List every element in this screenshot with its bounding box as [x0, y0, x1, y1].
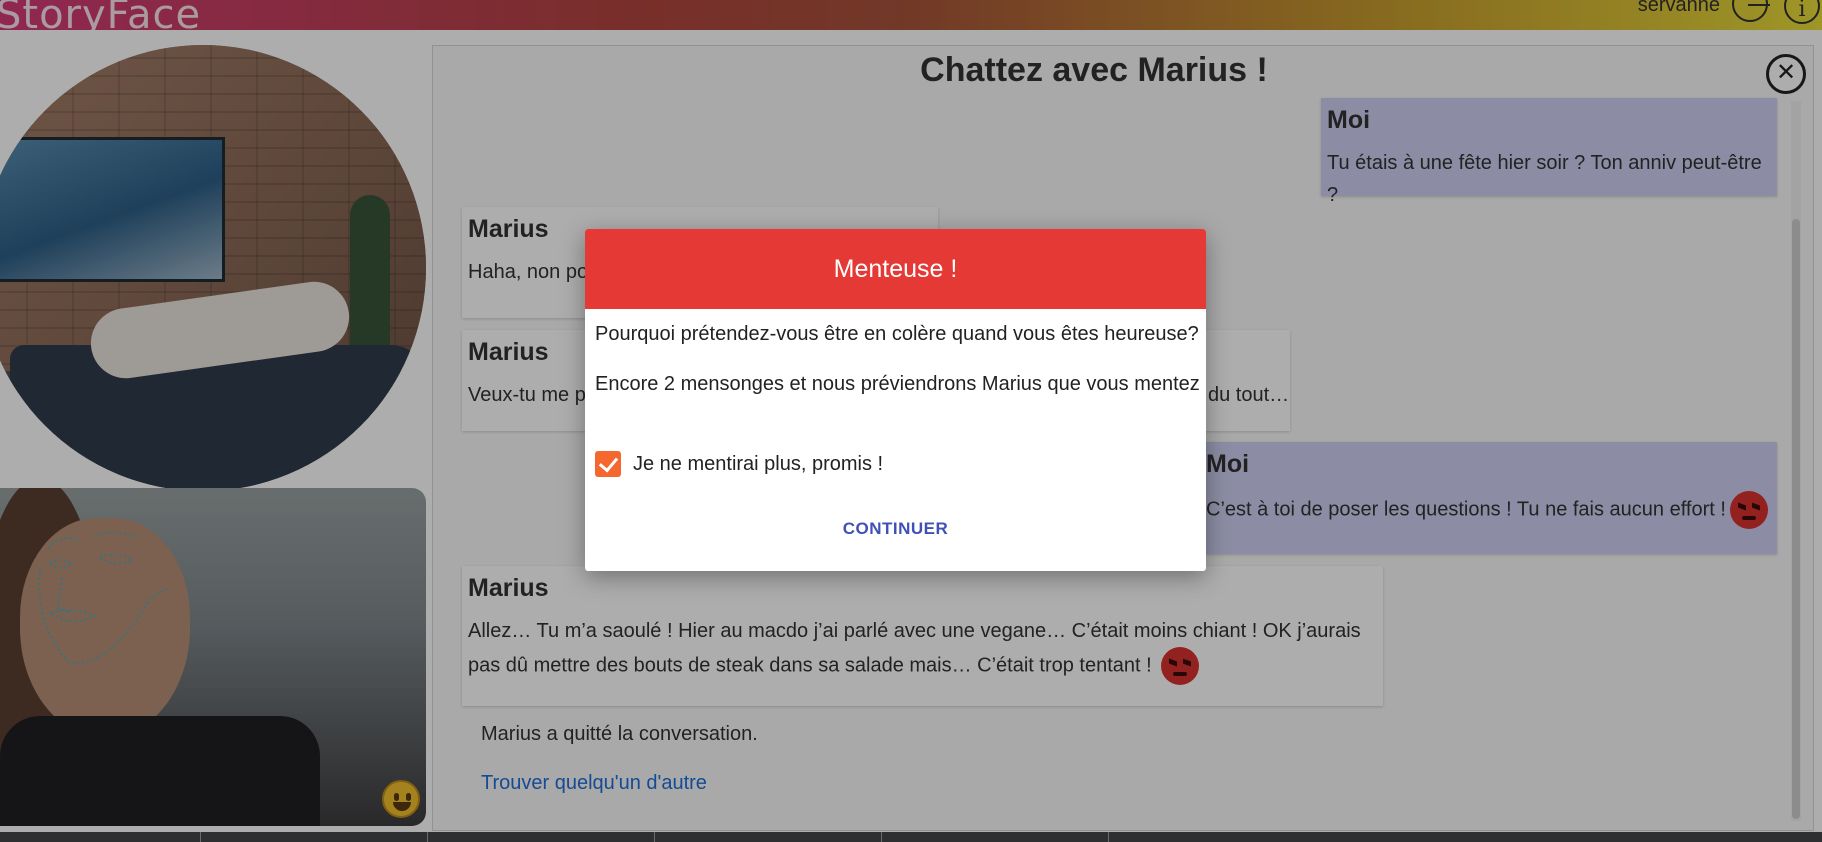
taskbar-divider: [427, 832, 428, 842]
continue-button[interactable]: CONTINUER: [585, 519, 1206, 539]
liar-dialog: Menteuse ! Pourquoi prétendez-vous être …: [585, 229, 1206, 571]
promise-checkbox[interactable]: [595, 451, 621, 477]
promise-checkbox-label[interactable]: Je ne mentirai plus, promis !: [633, 453, 883, 476]
taskbar-divider: [200, 832, 201, 842]
taskbar-divider: [1108, 832, 1109, 842]
taskbar-divider: [881, 832, 882, 842]
dialog-warning: Encore 2 mensonges et nous préviendrons …: [595, 373, 1200, 395]
dialog-question: Pourquoi prétendez-vous être en colère q…: [595, 323, 1199, 345]
taskbar: [0, 832, 1822, 842]
taskbar-divider: [654, 832, 655, 842]
dialog-title: Menteuse !: [585, 229, 1206, 309]
